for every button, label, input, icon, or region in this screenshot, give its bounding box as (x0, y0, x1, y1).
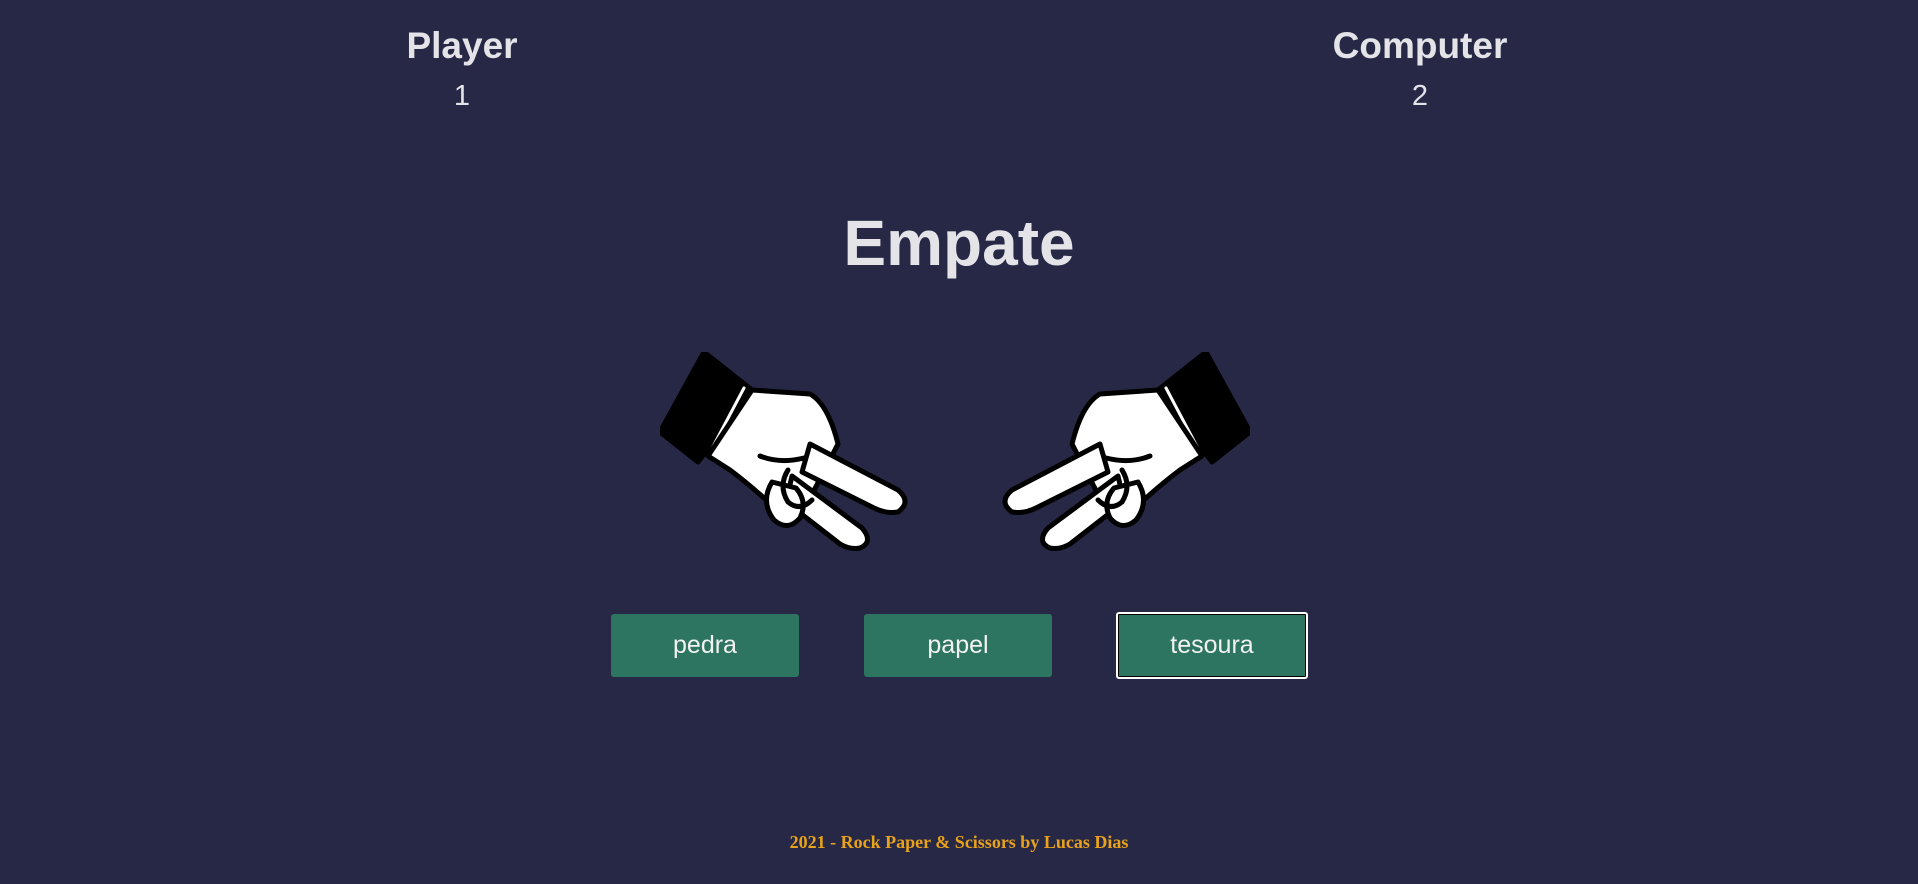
computer-scissors-hand-icon (1002, 352, 1250, 551)
computer-label: Computer (1332, 25, 1508, 66)
game-screen: Player 1 Computer 2 Empate pedra papel t… (0, 0, 1918, 884)
player-score-panel: Player 1 (332, 22, 592, 114)
round-result: Empate (843, 207, 1075, 279)
footer-credit: 2021 - Rock Paper & Scissors by Lucas Di… (789, 832, 1129, 852)
computer-score-panel: Computer 2 (1290, 22, 1550, 114)
player-score: 1 (453, 80, 471, 112)
player-label: Player (406, 25, 518, 66)
computer-score: 2 (1411, 80, 1429, 112)
paper-button[interactable]: papel (864, 614, 1052, 677)
choice-buttons: pedra papel tesoura (0, 612, 1918, 679)
player-scissors-hand-icon (660, 352, 908, 551)
rock-button[interactable]: pedra (611, 614, 799, 677)
scissors-button[interactable]: tesoura (1116, 612, 1308, 679)
